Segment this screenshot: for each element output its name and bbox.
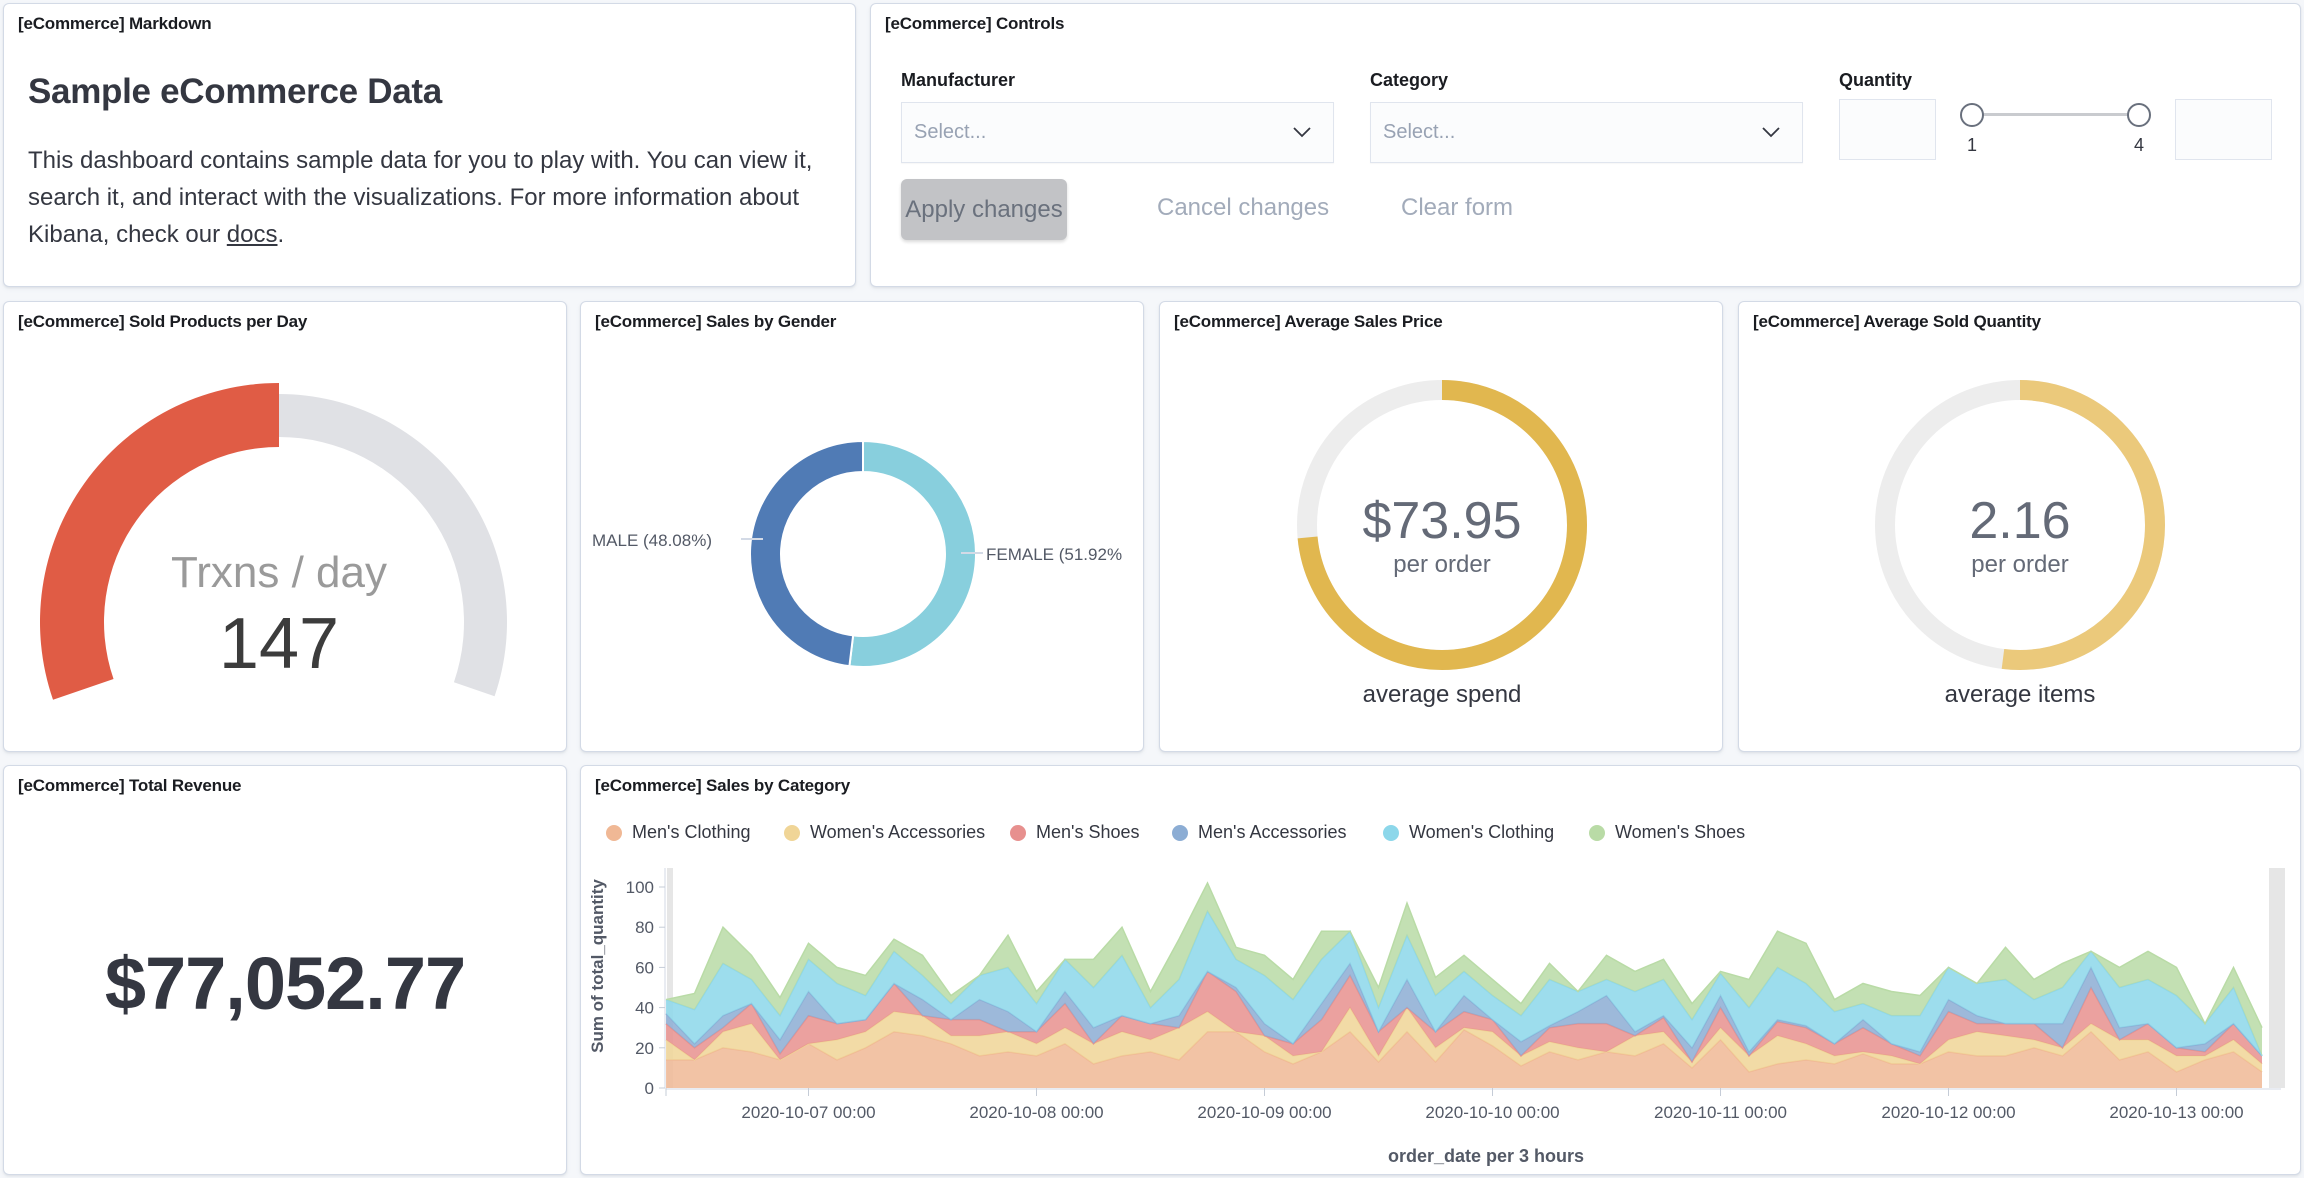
category-area-chart: 0 20 40 60 80 100 2020-10-07 00:00 2020-10-08 … — [588, 868, 2285, 1166]
manufacturer-placeholder: Select... — [914, 121, 987, 143]
x-tick-label: 2020-10-13 00:00 — [2109, 1103, 2243, 1122]
x-tick-label: 2020-10-11 00:00 — [1654, 1103, 1787, 1122]
category-select[interactable]: Select... — [1370, 102, 1803, 163]
avg-qty-unit: per order — [1971, 551, 2068, 578]
y-tick-label: 40 — [635, 999, 654, 1018]
avg-price-unit: per order — [1393, 551, 1490, 578]
y-tick-label: 0 — [645, 1079, 654, 1098]
category-label: Category — [1370, 70, 1449, 90]
markdown-body-text: This dashboard contains sample data for … — [28, 147, 813, 248]
y-axis-title: Sum of total_quantity — [588, 879, 607, 1053]
quantity-slider-max-label: 4 — [2134, 135, 2145, 155]
panel-title: [eCommerce] Markdown — [18, 14, 212, 33]
markdown-trailing: . — [277, 221, 285, 248]
total-revenue-value: $77,052.77 — [104, 942, 466, 1025]
gender-donut-chart: MALE (48.08%) FEMALE (51.92% — [592, 439, 1122, 668]
donut-slice-female[interactable] — [848, 439, 977, 668]
avg-qty-caption: average items — [1945, 681, 2096, 708]
male-slice-label: MALE (48.08%) — [592, 531, 712, 550]
x-tick-label: 2020-10-09 00:00 — [1197, 1103, 1331, 1122]
chevron-down-icon — [1293, 127, 1311, 138]
quantity-slider-track[interactable] — [1981, 113, 2148, 116]
clear-form-button[interactable]: Clear form — [1401, 194, 1513, 222]
markdown-heading: Sample eCommerce Data — [28, 72, 442, 111]
quantity-slider-min-label: 1 — [1967, 135, 1978, 155]
apply-changes-button[interactable]: Apply changes — [901, 179, 1067, 240]
x-tick-label: 2020-10-08 00:00 — [969, 1103, 1103, 1122]
y-tick-label: 20 — [635, 1039, 654, 1058]
quantity-max-input[interactable] — [2175, 99, 2272, 160]
manufacturer-label: Manufacturer — [901, 70, 1016, 90]
chevron-down-icon — [1762, 127, 1780, 138]
x-tick-label: 2020-10-07 00:00 — [741, 1103, 875, 1122]
sales-by-gender-panel: [eCommerce] Sales by Gender MALE (48.08%… — [580, 301, 1144, 752]
y-tick-label: 80 — [635, 918, 654, 937]
gauge-label: Trxns / day — [171, 548, 387, 597]
quantity-min-input[interactable] — [1839, 99, 1936, 160]
x-axis-title: order_date per 3 hours — [1388, 1146, 1584, 1166]
female-slice-label: FEMALE (51.92% — [986, 545, 1122, 564]
average-sales-price-panel: [eCommerce] Average Sales Price $73.95 p… — [1159, 301, 1723, 752]
y-tick-label: 60 — [635, 958, 654, 977]
docs-link[interactable]: docs — [227, 221, 278, 248]
average-sold-quantity-panel: [eCommerce] Average Sold Quantity 2.16 p… — [1738, 301, 2301, 752]
quantity-slider-max-handle[interactable] — [2127, 103, 2151, 127]
brush-right-strip — [2269, 868, 2285, 1088]
cancel-changes-button[interactable]: Cancel changes — [1157, 194, 1329, 222]
manufacturer-select[interactable]: Select... — [901, 102, 1334, 163]
gauge-chart: Trxns / day 147 — [39, 383, 507, 700]
total-revenue-panel: [eCommerce] Total Revenue $77,052.77 — [3, 765, 567, 1175]
markdown-panel: [eCommerce] Markdown Sample eCommerce Da… — [3, 3, 856, 287]
quantity-slider-min-handle[interactable] — [1960, 103, 1984, 127]
markdown-body: This dashboard contains sample data for … — [28, 142, 828, 253]
panel-title: [eCommerce] Total Revenue — [18, 776, 242, 795]
quantity-label: Quantity — [1839, 70, 1913, 90]
donut-slice-male[interactable] — [749, 439, 864, 668]
category-placeholder: Select... — [1383, 121, 1456, 143]
avg-price-ring: $73.95 per order average spend — [1297, 380, 1587, 708]
panel-title: [eCommerce] Controls — [885, 14, 1065, 33]
sales-by-category-panel: [eCommerce] Sales by Category Men's Clot… — [580, 765, 2301, 1175]
sold-products-panel: [eCommerce] Sold Products per Day Trxns … — [3, 301, 567, 752]
gauge-value: 147 — [219, 604, 339, 684]
avg-price-value: $73.95 — [1362, 492, 1521, 550]
avg-qty-ring: 2.16 per order average items — [1875, 380, 2165, 708]
x-tick-label: 2020-10-10 00:00 — [1425, 1103, 1559, 1122]
avg-price-caption: average spend — [1363, 681, 1522, 708]
y-tick-label: 100 — [626, 878, 654, 897]
avg-qty-value: 2.16 — [1969, 492, 2070, 550]
controls-panel: [eCommerce] Controls Manufacturer Select… — [870, 3, 2301, 287]
x-tick-label: 2020-10-12 00:00 — [1881, 1103, 2015, 1122]
